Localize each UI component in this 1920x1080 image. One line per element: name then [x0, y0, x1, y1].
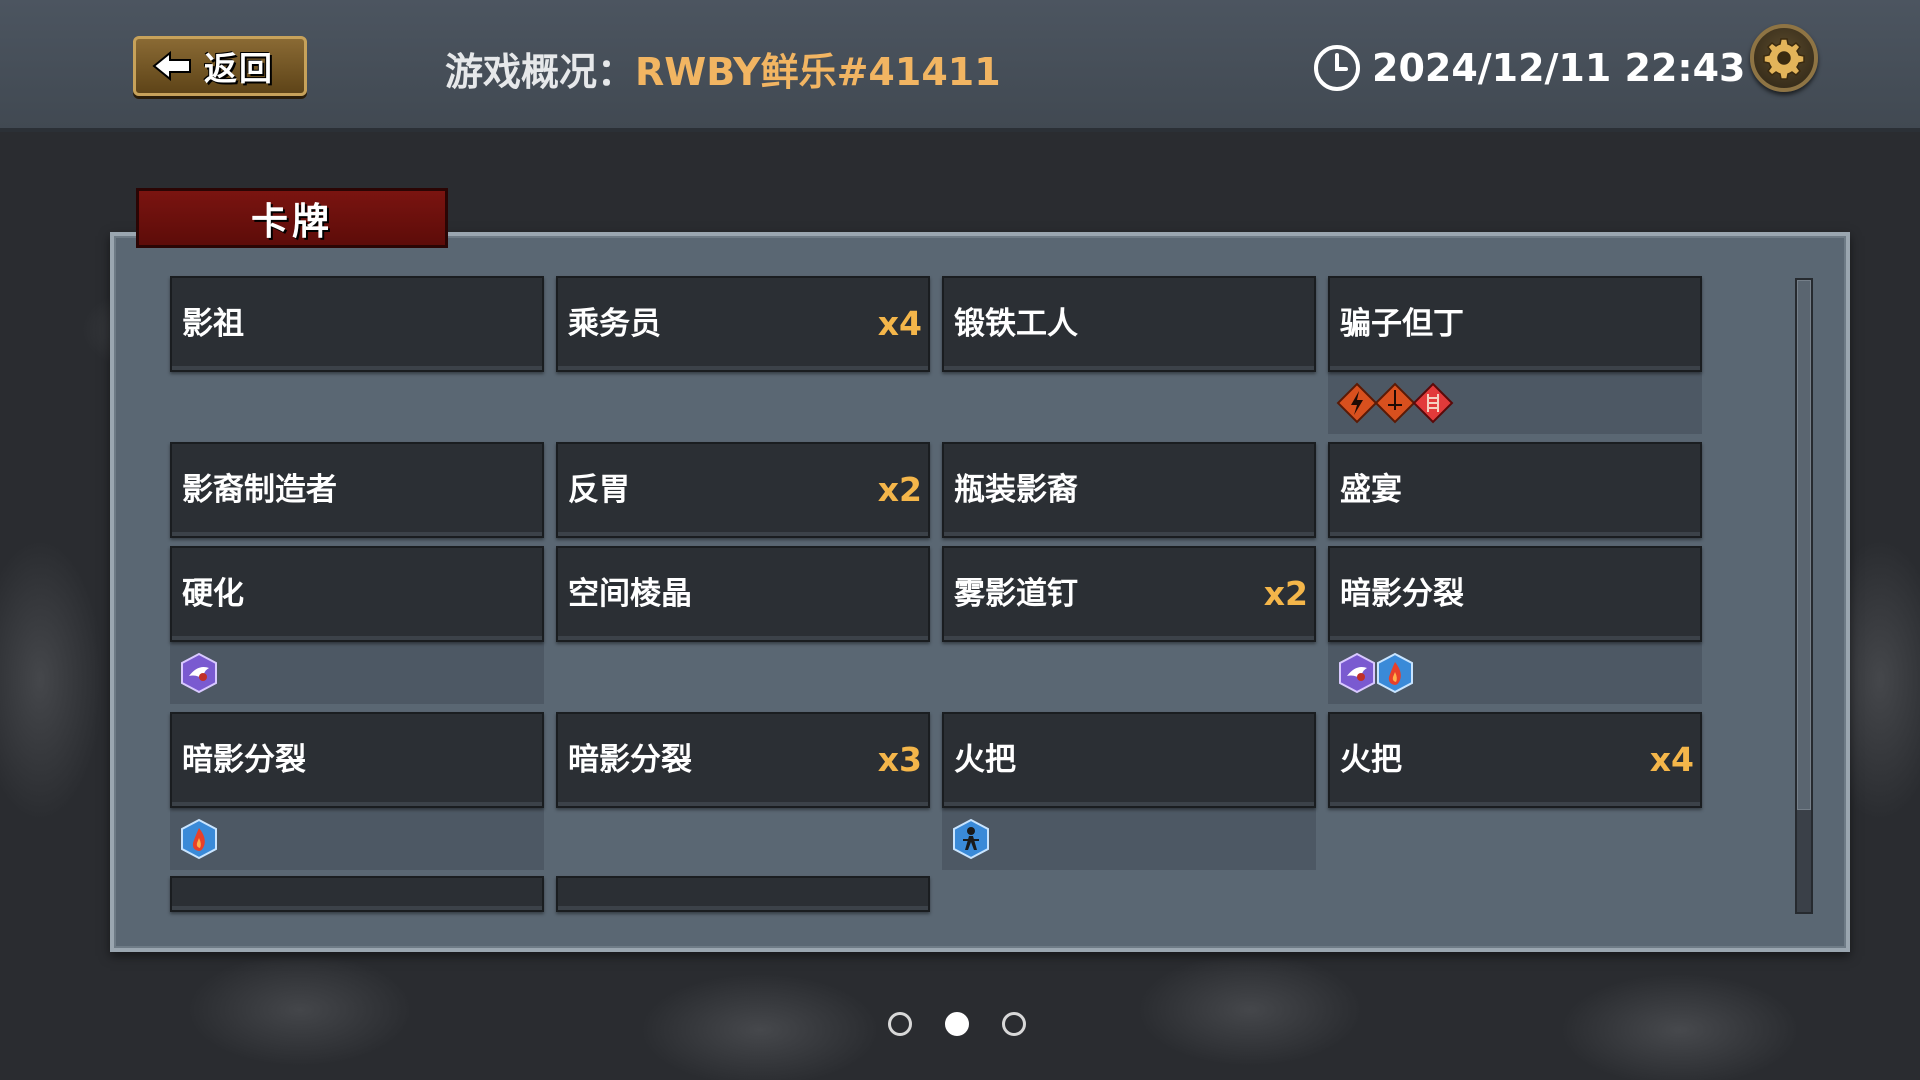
card-badges [950, 818, 989, 860]
card-name: 暗影分裂 [568, 742, 692, 778]
card-item[interactable]: 暗影分裂 [1328, 546, 1702, 642]
purple-bird-hex-icon[interactable] [178, 652, 220, 694]
card-name: 影祖 [182, 306, 244, 342]
card-badge-strip [170, 642, 544, 704]
blue-flame-hex-icon[interactable] [178, 818, 220, 860]
page-dot[interactable] [945, 1012, 969, 1036]
card-item[interactable]: 锻铁工人 [942, 276, 1316, 372]
scrollbar-thumb[interactable] [1797, 280, 1811, 810]
card-badge-strip [1328, 372, 1702, 434]
page-dot[interactable] [888, 1012, 912, 1036]
lightning-rune-icon[interactable] [1336, 382, 1378, 424]
card-name: 盛宴 [1340, 472, 1402, 508]
card-name: 暗影分裂 [1340, 576, 1464, 612]
card-item[interactable] [170, 876, 544, 912]
card-item[interactable]: 火把 [942, 712, 1316, 808]
card-count: x2 [1263, 574, 1308, 613]
page-dot[interactable] [1002, 1012, 1026, 1036]
card-item[interactable]: 影祖 [170, 276, 544, 372]
cards-section-tab[interactable]: 卡牌 [136, 188, 448, 248]
card-item[interactable] [556, 876, 930, 912]
card-name: 火把 [1340, 742, 1402, 778]
card-grid: 影祖 乘务员 x4 锻铁工人 骗子但丁影裔制造者 反胃 x2 瓶装影裔 盛宴硬化 空间棱晶 雾影道钉… [0, 0, 1920, 1080]
card-item[interactable]: 骗子但丁 [1328, 276, 1702, 372]
card-badges [1336, 652, 1413, 694]
page-indicator [888, 1012, 1059, 1036]
card-item[interactable]: 空间棱晶 [556, 546, 930, 642]
card-badges [1336, 382, 1454, 424]
card-item[interactable]: 瓶装影裔 [942, 442, 1316, 538]
card-name: 硬化 [182, 576, 244, 612]
blue-figure-hex-icon[interactable] [950, 818, 992, 860]
card-count: x4 [877, 304, 922, 343]
purple-bird-hex-icon[interactable] [1336, 652, 1378, 694]
card-item[interactable]: 暗影分裂 [170, 712, 544, 808]
card-badges [178, 818, 217, 860]
card-name: 影裔制造者 [182, 472, 337, 508]
card-count: x4 [1649, 740, 1694, 779]
card-badges [178, 652, 217, 694]
card-name: 空间棱晶 [568, 576, 692, 612]
card-count: x2 [877, 470, 922, 509]
card-badge-strip [1328, 642, 1702, 704]
card-badge-strip [942, 808, 1316, 870]
card-item[interactable]: 暗影分裂 x3 [556, 712, 930, 808]
card-name: 乘务员 [568, 306, 661, 342]
card-name: 反胃 [568, 472, 630, 508]
card-item[interactable]: 影裔制造者 [170, 442, 544, 538]
card-item[interactable]: 反胃 x2 [556, 442, 930, 538]
sword-rune-icon[interactable] [1374, 382, 1416, 424]
card-badge-strip [170, 808, 544, 870]
blue-flame-hex-icon[interactable] [1374, 652, 1416, 694]
card-name: 雾影道钉 [954, 576, 1078, 612]
card-name: 瓶装影裔 [954, 472, 1078, 508]
card-item[interactable]: 火把 x4 [1328, 712, 1702, 808]
card-name: 暗影分裂 [182, 742, 306, 778]
card-item[interactable]: 雾影道钉 x2 [942, 546, 1316, 642]
card-name: 骗子但丁 [1340, 306, 1464, 342]
card-item[interactable]: 硬化 [170, 546, 544, 642]
card-item[interactable]: 盛宴 [1328, 442, 1702, 538]
card-name: 锻铁工人 [954, 306, 1078, 342]
scrollbar[interactable] [1795, 278, 1813, 914]
ladder-rune-icon[interactable] [1412, 382, 1454, 424]
card-count: x3 [877, 740, 922, 779]
card-item[interactable]: 乘务员 x4 [556, 276, 930, 372]
card-name: 火把 [954, 742, 1016, 778]
